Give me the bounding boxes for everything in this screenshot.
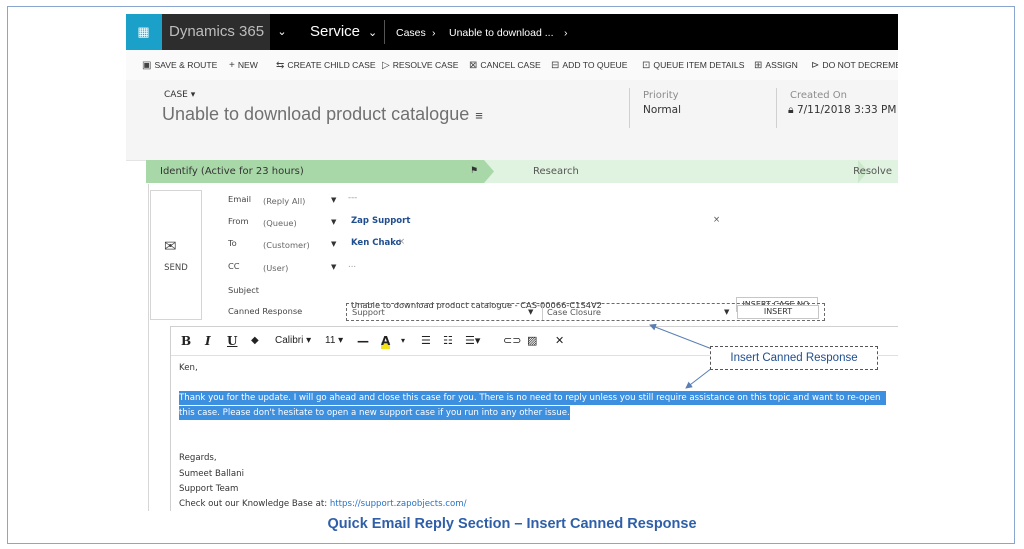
- insert-canned-response-callout: Insert Canned Response: [710, 346, 878, 370]
- figure-caption: Quick Email Reply Section – Insert Canne…: [327, 516, 697, 532]
- callout-arrows: [649, 323, 713, 389]
